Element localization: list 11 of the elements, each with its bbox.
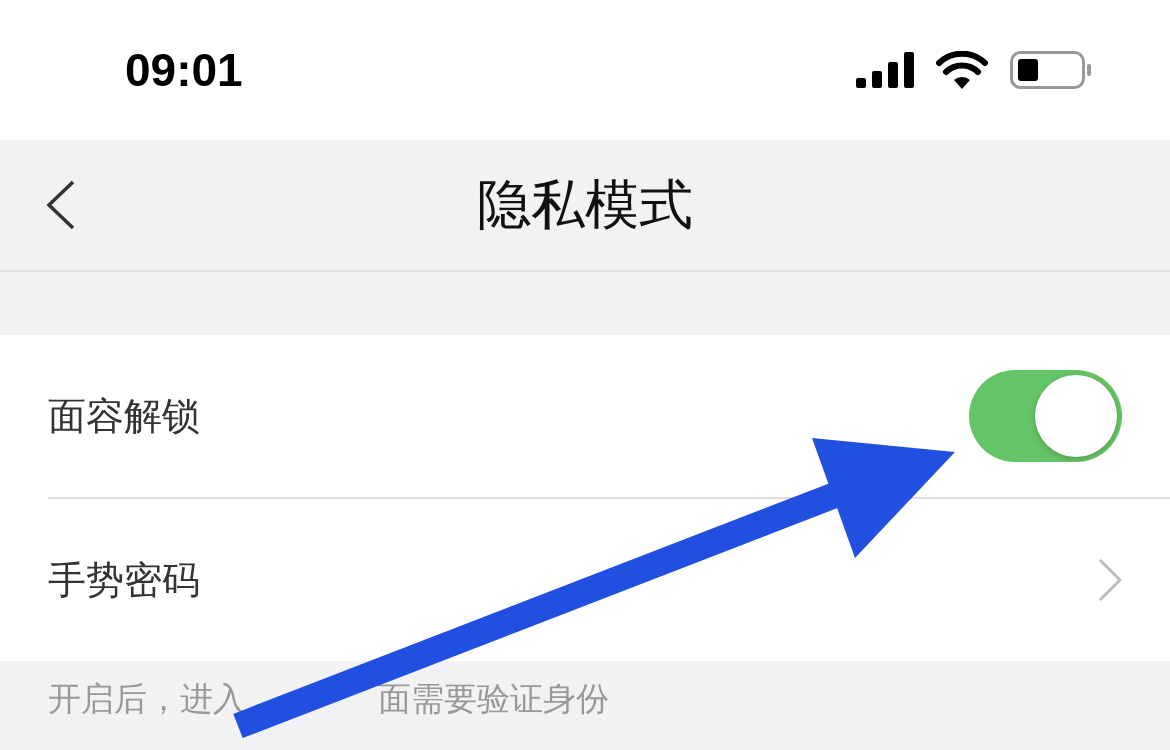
signal-icon	[856, 52, 914, 88]
back-icon[interactable]	[46, 180, 76, 230]
footer-note: 开启后，进入	[48, 678, 246, 720]
setting-label: 手势密码	[48, 556, 200, 604]
battery-icon	[1010, 51, 1092, 89]
setting-label: 面容解锁	[48, 392, 200, 440]
wifi-icon	[936, 51, 988, 89]
status-time: 09:01	[125, 43, 243, 97]
page-title: 隐私模式	[477, 171, 693, 238]
footer-note: 面需要验证身份	[378, 678, 609, 720]
chevron-right-icon[interactable]	[1098, 558, 1122, 602]
